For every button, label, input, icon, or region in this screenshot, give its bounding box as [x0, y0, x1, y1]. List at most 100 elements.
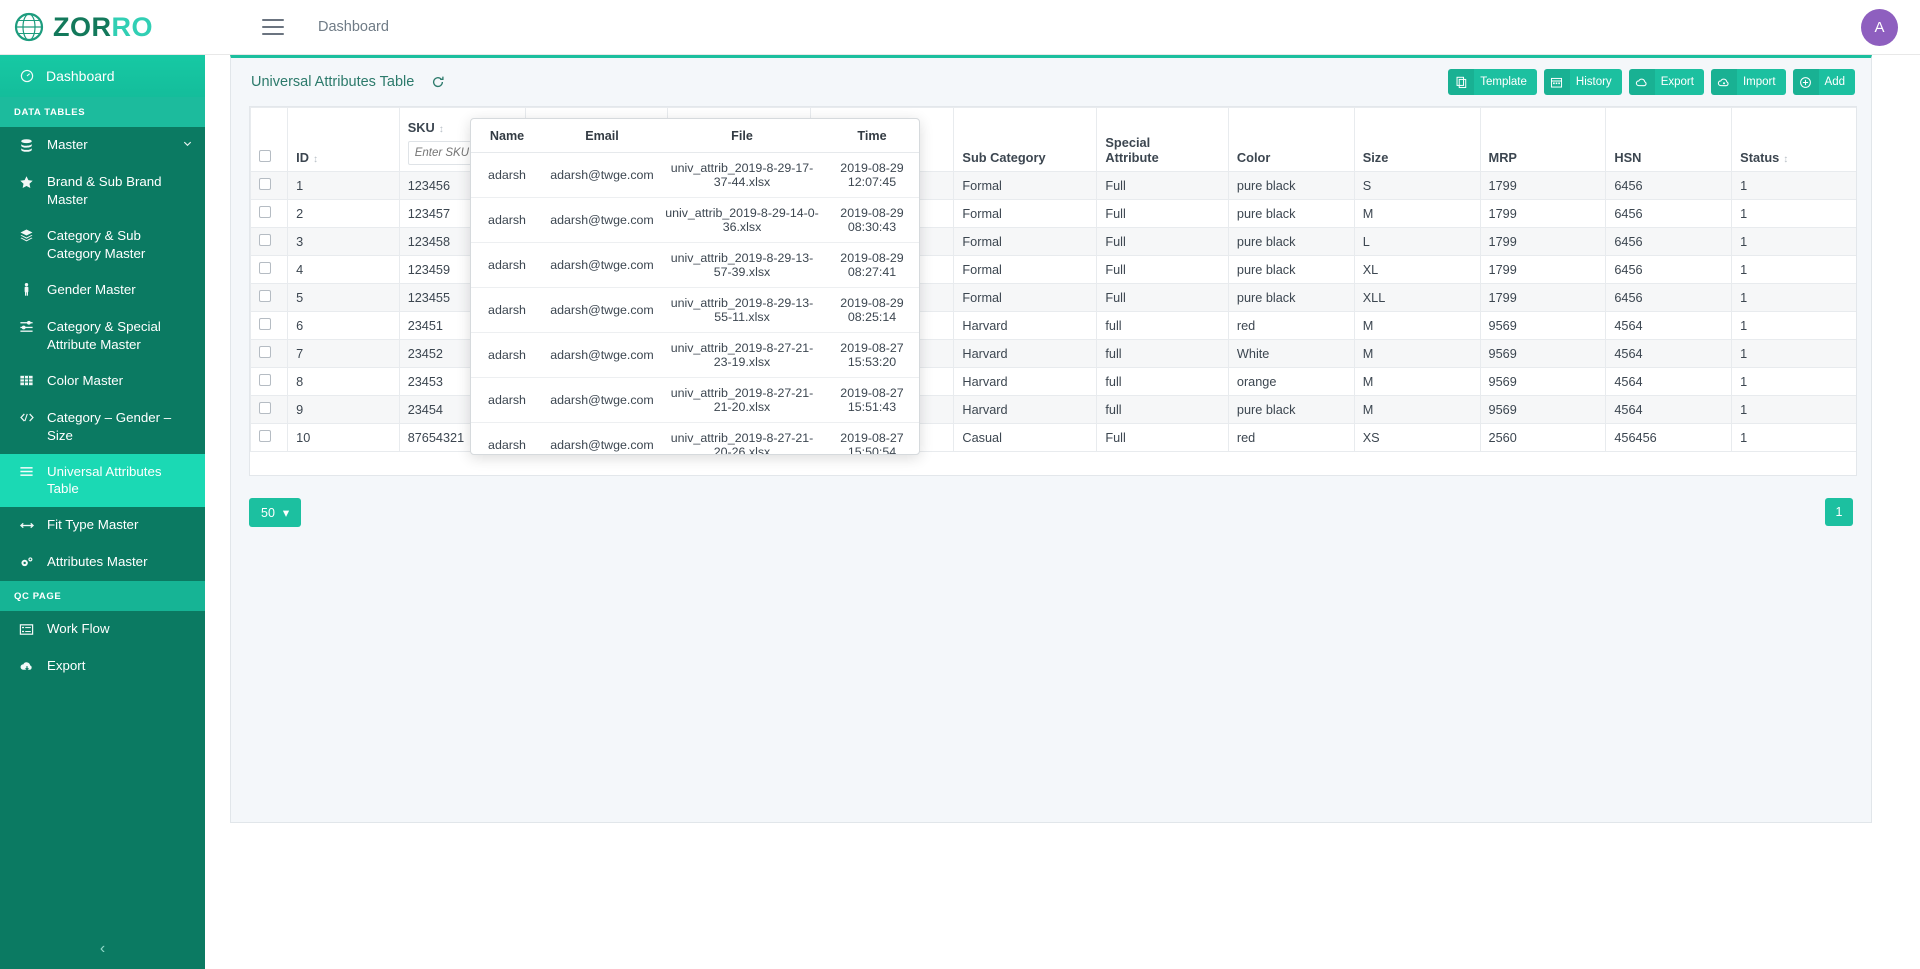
brand-wordmark: ZORRO: [53, 13, 153, 41]
col-special-attribute: Special Attribute: [1096, 107, 1229, 172]
select-all-checkbox[interactable]: [259, 150, 271, 162]
page-size-select[interactable]: 50 ▾: [249, 498, 302, 527]
sidebar-collapse-button[interactable]: ‹: [0, 929, 205, 969]
sidebar-item-gender-master[interactable]: Gender Master: [0, 272, 205, 309]
row-select-cell[interactable]: [250, 199, 289, 228]
row-checkbox[interactable]: [259, 234, 271, 246]
history-button[interactable]: History: [1543, 69, 1622, 95]
user-avatar[interactable]: A: [1861, 9, 1898, 46]
sidebar-item-master[interactable]: Master: [0, 127, 205, 164]
row-checkbox[interactable]: [259, 402, 271, 414]
sidebar-item-dashboard[interactable]: Dashboard: [0, 55, 205, 97]
col-mrp: MRP: [1479, 107, 1607, 172]
cell-id: 1: [287, 171, 400, 200]
page-number-button[interactable]: 1: [1825, 498, 1853, 526]
sidebar-item-label: Attributes Master: [47, 554, 148, 570]
cell-color: pure black: [1227, 395, 1355, 424]
sidebar-item-label: Category & Sub Category Master: [47, 227, 146, 261]
row-checkbox[interactable]: [259, 290, 271, 302]
cell-id: 6: [287, 311, 400, 340]
row-select-cell[interactable]: [250, 367, 289, 396]
export-button[interactable]: Export: [1628, 69, 1704, 95]
star-icon: [18, 173, 35, 191]
history-cell-file[interactable]: univ_attrib_2019-8-29-13-57-39.xlsx: [661, 242, 823, 288]
row-select-cell[interactable]: [250, 227, 289, 256]
cell-id: 7: [287, 339, 400, 368]
cell-size: M: [1353, 367, 1481, 396]
row-select-cell[interactable]: [250, 283, 289, 312]
history-cell-file[interactable]: univ_attrib_2019-8-29-14-0-36.xlsx: [661, 197, 823, 243]
history-cell-file[interactable]: univ_attrib_2019-8-29-13-55-11.xlsx: [661, 287, 823, 333]
cell-status: 1: [1731, 395, 1856, 424]
sidebar-item-category-sub-category-master[interactable]: Category & Sub Category Master: [0, 218, 205, 272]
menu-toggle-icon[interactable]: [256, 10, 290, 44]
row-select-cell[interactable]: [250, 395, 289, 424]
row-checkbox[interactable]: [259, 318, 271, 330]
row-checkbox[interactable]: [259, 206, 271, 218]
row-checkbox[interactable]: [259, 374, 271, 386]
row-select-cell[interactable]: [250, 171, 289, 200]
hamburger-line: [262, 26, 284, 28]
history-cell-file[interactable]: univ_attrib_2019-8-29-17-37-44.xlsx: [661, 152, 823, 198]
cell-status: 1: [1731, 255, 1856, 284]
sidebar-item-category-gender-size[interactable]: Category – Gender – Size: [0, 400, 205, 454]
template-button[interactable]: Template: [1448, 69, 1537, 95]
row-checkbox[interactable]: [259, 346, 271, 358]
history-cell-file[interactable]: univ_attrib_2019-8-27-21-20-26.xlsx: [661, 422, 823, 454]
history-col-email: Email: [543, 119, 661, 153]
cell-hsn: 4564: [1605, 311, 1733, 340]
sidebar-item-label: Universal Attributes Table: [47, 463, 162, 497]
sidebar-item-fit-type-master[interactable]: Fit Type Master: [0, 507, 205, 544]
row-select-cell[interactable]: [250, 339, 289, 368]
sidebar-item-attributes-master[interactable]: Attributes Master: [0, 544, 205, 581]
sidebar-item-work-flow[interactable]: Work Flow: [0, 611, 205, 648]
col-select-all: [250, 107, 289, 172]
history-cell-time: 2019-08-29 08:27:41: [823, 242, 919, 288]
cell-sub-category: Harvard: [953, 339, 1098, 368]
add-button-label: Add: [1824, 76, 1845, 88]
row-select-cell[interactable]: [250, 423, 289, 452]
refresh-icon[interactable]: [428, 72, 448, 92]
cell-sub-category: Formal: [953, 227, 1098, 256]
cell-color: pure black: [1227, 283, 1355, 312]
row-checkbox[interactable]: [259, 430, 271, 442]
sidebar-item-label: Category & Special Attribute Master: [47, 318, 161, 352]
sidebar-item-universal-attributes-table[interactable]: Universal Attributes Table: [0, 453, 205, 508]
sidebar-item-label: Brand & Sub Brand Master: [47, 174, 162, 207]
import-button[interactable]: Import: [1710, 69, 1786, 95]
history-cell-file[interactable]: univ_attrib_2019-8-27-21-23-19.xlsx: [661, 332, 823, 378]
history-row: adarsh adarsh@twge.com univ_attrib_2019-8-…: [471, 242, 919, 288]
col-color-label: Color: [1236, 150, 1271, 165]
sort-icon[interactable]: ↕: [313, 154, 318, 165]
sidebar-item-export[interactable]: Export: [0, 648, 205, 685]
history-cell-email: adarsh@twge.com: [543, 197, 661, 243]
sidebar-item-label: Fit Type Master: [47, 517, 139, 533]
sidebar-item-label: Master: [47, 137, 88, 152]
cell-size: L: [1353, 227, 1481, 256]
history-col-name: Name: [471, 119, 543, 153]
cell-mrp: 1799: [1479, 199, 1607, 228]
cell-sub-category: Formal: [953, 199, 1098, 228]
col-id[interactable]: ID ↕: [287, 107, 400, 172]
person-icon: [18, 281, 35, 299]
col-hsn-label: HSN: [1614, 150, 1642, 165]
sort-icon[interactable]: ↕: [1783, 154, 1788, 165]
cell-status: 1: [1731, 339, 1856, 368]
add-button[interactable]: Add: [1792, 69, 1855, 95]
history-col-time: Time: [823, 119, 919, 153]
col-status[interactable]: Status ↕: [1731, 107, 1856, 172]
brand-logo[interactable]: ZORRO: [0, 0, 250, 55]
row-checkbox[interactable]: [259, 178, 271, 190]
sidebar-item-category-special-attribute-master[interactable]: Category & Special Attribute Master: [0, 309, 205, 363]
cell-mrp: 9569: [1479, 367, 1607, 396]
row-select-cell[interactable]: [250, 311, 289, 340]
sidebar-item-color-master[interactable]: Color Master: [0, 363, 205, 400]
sort-icon[interactable]: ↕: [439, 124, 444, 135]
sidebar-item-brand-sub-brand-master[interactable]: Brand & Sub Brand Master: [0, 164, 205, 218]
cell-hsn: 456456: [1605, 423, 1733, 452]
row-checkbox[interactable]: [259, 262, 271, 274]
row-select-cell[interactable]: [250, 255, 289, 284]
history-cell-file[interactable]: univ_attrib_2019-8-27-21-21-20.xlsx: [661, 377, 823, 423]
card-header: Universal Attributes Table Template Hist…: [231, 58, 1871, 106]
history-row: adarsh adarsh@twge.com univ_attrib_2019-8-…: [471, 332, 919, 378]
